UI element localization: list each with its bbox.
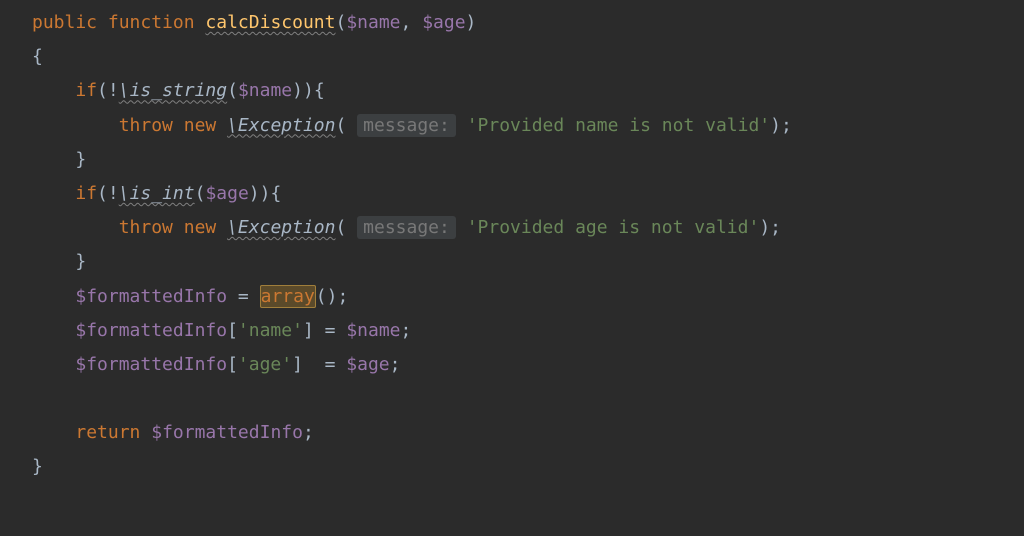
var-age: $age [346,354,389,375]
inlay-hint-message: message: [357,216,456,239]
punct: , [401,12,423,33]
punct: )){ [292,80,325,101]
array-key-age: 'age' [238,354,292,375]
punct: ] = [292,354,346,375]
punct: ) [466,12,477,33]
keyword-throw: throw [119,217,173,238]
punct: (! [97,80,119,101]
brace-close: } [32,456,43,477]
punct: ( [195,183,206,204]
punct: ( [335,217,357,238]
keyword-if: if [75,183,97,204]
punct: (); [316,286,349,307]
keyword-throw: throw [119,115,173,136]
string-age-error: 'Provided age is not valid' [467,217,760,238]
keyword-array-highlighted: array [260,285,316,308]
array-key-name: 'name' [238,320,303,341]
brace-open: { [32,46,43,67]
keyword-new: new [184,115,217,136]
punct: [ [227,320,238,341]
code-editor[interactable]: public function calcDiscount($name, $age… [0,0,1024,485]
punct: ; [390,354,401,375]
punct: ); [759,217,781,238]
var-name: $name [238,80,292,101]
param-name: $name [346,12,400,33]
keyword-new: new [184,217,217,238]
keyword-return: return [75,422,140,443]
function-name: calcDiscount [205,12,335,33]
class-exception: \Exception [227,217,335,238]
param-age: $age [422,12,465,33]
punct: ( [335,12,346,33]
class-exception: \Exception [227,115,335,136]
var-formatted: $formattedInfo [151,422,303,443]
var-name: $name [346,320,400,341]
keyword-if: if [75,80,97,101]
punct: ); [770,115,792,136]
keyword-public: public [32,12,97,33]
punct: [ [227,354,238,375]
var-age: $age [205,183,248,204]
keyword-function: function [108,12,195,33]
var-formatted: $formattedInfo [75,354,227,375]
punct: ( [335,115,357,136]
punct: )){ [249,183,282,204]
punct: ] = [303,320,346,341]
brace-close: } [75,149,86,170]
call-is-string: \is_string [119,80,227,101]
inlay-hint-message: message: [357,114,456,137]
punct: ; [303,422,314,443]
punct: (! [97,183,119,204]
call-is-int: \is_int [119,183,195,204]
punct: ; [401,320,412,341]
punct: ( [227,80,238,101]
string-name-error: 'Provided name is not valid' [467,115,770,136]
punct: = [238,286,260,307]
var-formatted: $formattedInfo [75,320,227,341]
var-formatted: $formattedInfo [75,286,227,307]
brace-close: } [75,251,86,272]
